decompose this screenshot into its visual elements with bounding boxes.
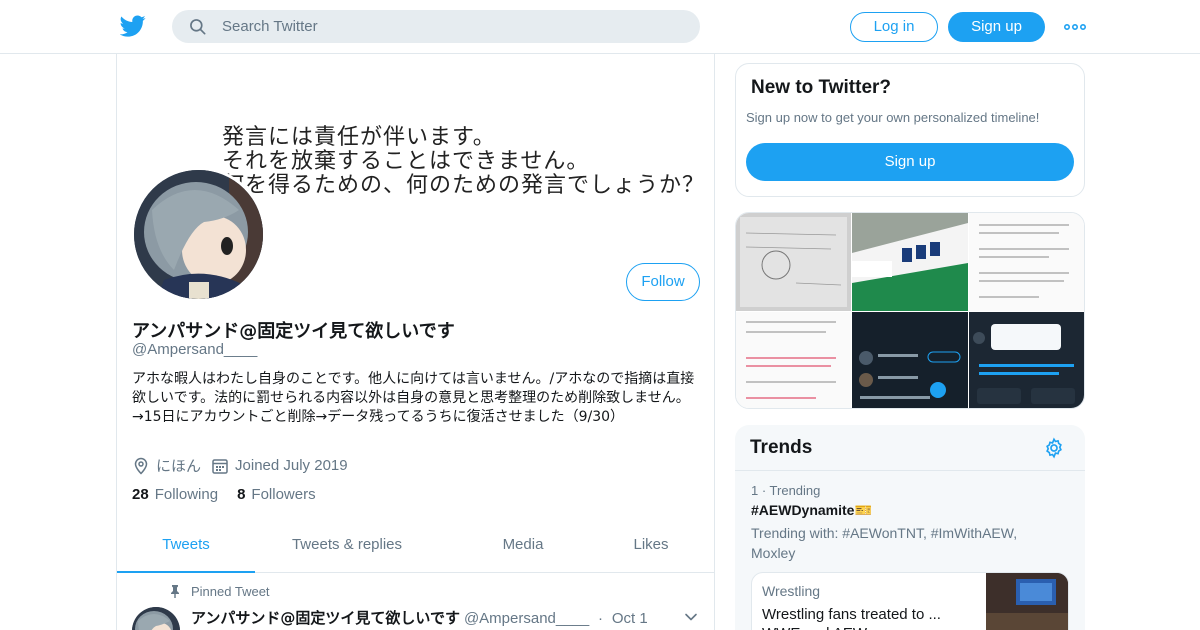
trend-emoji: 🎫 xyxy=(854,502,872,518)
trend-rank: 1 · Trending xyxy=(751,483,821,498)
profile-meta: にほん Joined July 2019 xyxy=(132,455,348,476)
pinned-tweet-label: Pinned Tweet xyxy=(169,584,270,599)
trend-card-text: Wrestling fans treated to ... WWE and AE… xyxy=(762,606,941,630)
new-to-twitter-title: New to Twitter? xyxy=(751,77,892,98)
location-icon xyxy=(134,457,148,475)
media-thumb-text-2[interactable] xyxy=(736,312,851,408)
trends-panel: Trends 1 · Trending #AEWDynamite🎫 Trendi… xyxy=(735,425,1085,630)
top-navigation-bar: Log in Sign up xyxy=(0,0,1200,54)
media-thumb-app-2[interactable] xyxy=(969,312,1084,408)
tweet-author-name[interactable]: アンパサンド@固定ツイ見て欲しいです xyxy=(191,609,460,627)
calendar-icon xyxy=(212,458,228,474)
search-input[interactable] xyxy=(222,10,682,43)
media-gallery xyxy=(735,212,1085,409)
tab-tweets-replies[interactable]: Tweets & replies xyxy=(277,524,417,573)
login-button[interactable]: Log in xyxy=(850,12,938,42)
profile-column: 発言には責任が伴います。 それを放棄することはできません。 何を得るための、何の… xyxy=(116,54,715,630)
pin-icon xyxy=(171,585,179,598)
trend-card-image xyxy=(986,573,1068,630)
trend-news-card[interactable]: Wrestling Wrestling fans treated to ... … xyxy=(751,572,1069,630)
following-count: 28 xyxy=(132,486,149,503)
pinned-text: Pinned Tweet xyxy=(191,584,270,599)
profile-handle[interactable]: @Ampersand____ xyxy=(132,341,257,358)
tab-likes[interactable]: Likes xyxy=(607,524,695,573)
profile-display-name[interactable]: アンパサンド@固定ツイ見て欲しいです xyxy=(132,317,455,343)
trends-title: Trends xyxy=(750,437,813,458)
profile-bio: アホな暇人はわたし自身のことです。他人に向けては言いません。/アホなので指摘は直… xyxy=(132,371,695,425)
media-thumb-notes[interactable] xyxy=(736,213,851,311)
profile-avatar[interactable] xyxy=(131,167,266,302)
new-to-twitter-card: New to Twitter? Sign up now to get your … xyxy=(735,63,1085,197)
new-to-twitter-subtitle: Sign up now to get your own personalized… xyxy=(746,110,1040,125)
search-icon xyxy=(190,19,206,35)
twitter-bird-icon[interactable] xyxy=(120,13,146,39)
tab-media[interactable]: Media xyxy=(475,524,571,573)
trend-name[interactable]: #AEWDynamite🎫 xyxy=(751,502,872,519)
gear-icon[interactable] xyxy=(1043,437,1065,459)
profile-tabs: Tweets Tweets & replies Media Likes xyxy=(117,524,714,573)
media-thumb-sign[interactable] xyxy=(852,213,968,311)
banner-text: 発言には責任が伴います。 それを放棄することはできません。 何を得るための、何の… xyxy=(222,125,706,198)
tweet-avatar[interactable] xyxy=(132,607,180,630)
profile-stats: 28 Following 8 Followers xyxy=(132,486,335,503)
tweet-author-handle[interactable]: @Ampersand____ xyxy=(464,610,589,627)
sidebar-signup-button[interactable]: Sign up xyxy=(746,143,1074,181)
trend-card-category: Wrestling xyxy=(762,583,821,599)
trends-divider xyxy=(735,470,1085,471)
followers-label: Followers xyxy=(251,486,316,503)
profile-joined: Joined July 2019 xyxy=(235,457,348,474)
following-label: Following xyxy=(154,486,219,503)
signup-button[interactable]: Sign up xyxy=(948,12,1045,42)
search-box[interactable] xyxy=(172,10,700,43)
profile-location: にほん xyxy=(156,458,202,475)
follow-button[interactable]: Follow xyxy=(626,263,700,301)
tweet-header: アンパサンド@固定ツイ見て欲しいです @Ampersand____ · Oct 1 xyxy=(191,607,648,628)
chevron-down-icon[interactable] xyxy=(684,610,698,624)
tweet-separator: · xyxy=(598,610,604,627)
tab-tweets[interactable]: Tweets xyxy=(117,524,255,573)
followers-count: 8 xyxy=(237,486,246,503)
followers-stat[interactable]: 8 Followers xyxy=(237,486,316,503)
following-stat[interactable]: 28 Following xyxy=(132,486,218,503)
tweet-date[interactable]: Oct 1 xyxy=(612,610,648,627)
trend-related: Trending with: #AEWonTNT, #ImWithAEW, Mo… xyxy=(751,525,1018,561)
more-dots-icon[interactable] xyxy=(1063,18,1087,36)
trend-hashtag: #AEWDynamite xyxy=(751,502,855,518)
media-thumb-text-1[interactable] xyxy=(969,213,1084,311)
media-thumb-app-1[interactable] xyxy=(852,312,968,408)
